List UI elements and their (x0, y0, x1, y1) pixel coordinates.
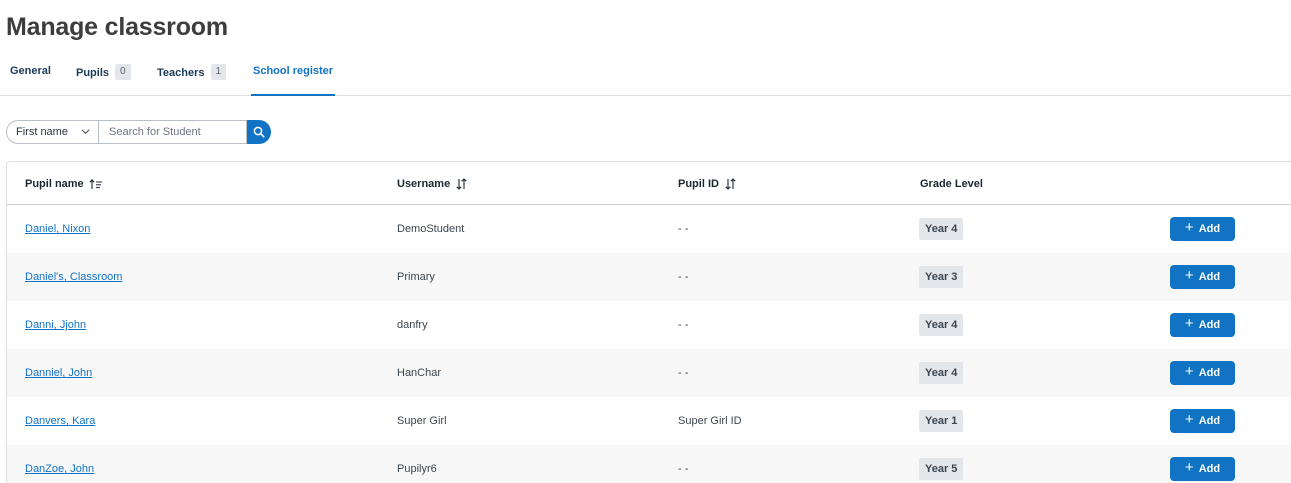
add-button-label: Add (1198, 271, 1221, 283)
pupil-id-cell: - - (678, 223, 689, 235)
table-body: Daniel, Nixon DemoStudent - - Year 4 + A… (7, 205, 1291, 483)
search-icon (253, 126, 265, 138)
tab-label: School register (253, 65, 334, 77)
username-cell: danfry (397, 319, 428, 331)
select-value: First name (16, 126, 68, 138)
tab-bar: General Pupils 0 Teachers 1 School regis… (0, 58, 1291, 96)
tab-label: General (10, 65, 51, 77)
pupil-name-link[interactable]: Daniel, Nixon (25, 223, 90, 235)
table-row: Danvers, Kara Super Girl Super Girl ID Y… (7, 397, 1291, 445)
column-label: Pupil ID (678, 178, 719, 190)
tab-school-register[interactable]: School register (251, 58, 336, 96)
plus-icon: + (1184, 219, 1194, 236)
grade-badge: Year 4 (919, 218, 964, 240)
add-button[interactable]: + Add (1170, 313, 1235, 337)
count-badge: 1 (210, 64, 227, 80)
add-button[interactable]: + Add (1170, 265, 1235, 289)
grade-badge: Year 4 (919, 362, 964, 384)
username-cell: Primary (397, 271, 435, 283)
pupil-name-link[interactable]: Danniel, John (25, 367, 92, 379)
search-button[interactable] (247, 120, 271, 144)
add-button-label: Add (1198, 367, 1221, 379)
grade-badge: Year 1 (919, 410, 964, 432)
add-button[interactable]: + Add (1170, 361, 1235, 385)
column-label: Pupil name (25, 178, 84, 190)
column-header-grade-level: Grade Level (920, 178, 983, 190)
plus-icon: + (1184, 267, 1194, 284)
add-button-label: Add (1198, 415, 1221, 427)
add-button[interactable]: + Add (1170, 217, 1235, 241)
tab-label: Teachers (157, 67, 205, 79)
pupil-name-link[interactable]: DanZoe, John (25, 463, 94, 475)
pupil-name-link[interactable]: Danni, Jjohn (25, 319, 86, 331)
grade-badge: Year 3 (919, 266, 964, 288)
sort-icon (456, 178, 467, 190)
plus-icon: + (1184, 459, 1194, 476)
table-row: Daniel, Nixon DemoStudent - - Year 4 + A… (7, 205, 1291, 253)
pupil-id-cell: - - (678, 271, 689, 283)
add-button[interactable]: + Add (1170, 409, 1235, 433)
table-row: Daniel's, Classroom Primary - - Year 3 +… (7, 253, 1291, 301)
chevron-down-icon (81, 129, 90, 135)
school-register-table: Pupil name Username Pupil ID Grade Level… (6, 161, 1291, 483)
sort-ascending-icon (89, 178, 102, 189)
tab-teachers[interactable]: Teachers 1 (157, 58, 227, 96)
add-button-label: Add (1198, 319, 1221, 331)
tab-general[interactable]: General (10, 58, 51, 96)
pupil-name-link[interactable]: Daniel's, Classroom (25, 271, 122, 283)
column-header-pupil-id[interactable]: Pupil ID (678, 178, 738, 190)
page-title: Manage classroom (6, 13, 228, 41)
pupil-id-cell: - - (678, 463, 689, 475)
student-search-bar: First name (6, 120, 271, 144)
pupil-name-link[interactable]: Danvers, Kara (25, 415, 95, 427)
column-label: Username (397, 178, 451, 190)
pupil-id-cell: - - (678, 367, 689, 379)
plus-icon: + (1184, 411, 1194, 428)
username-cell: Super Girl (397, 415, 447, 427)
username-cell: HanChar (397, 367, 442, 379)
add-button-label: Add (1198, 223, 1221, 235)
plus-icon: + (1184, 363, 1194, 380)
search-field-select[interactable]: First name (6, 120, 98, 144)
username-cell: DemoStudent (397, 223, 465, 235)
plus-icon: + (1184, 315, 1194, 332)
table-header: Pupil name Username Pupil ID Grade Level (7, 162, 1291, 205)
sort-icon (725, 178, 736, 190)
column-header-pupil-name[interactable]: Pupil name (25, 178, 103, 190)
tab-pupils[interactable]: Pupils 0 (76, 58, 131, 96)
add-button[interactable]: + Add (1170, 457, 1235, 481)
column-header-username[interactable]: Username (397, 178, 469, 190)
count-badge: 0 (115, 64, 131, 80)
grade-badge: Year 5 (919, 458, 964, 480)
tab-label: Pupils (76, 67, 110, 79)
column-label: Grade Level (920, 178, 983, 190)
add-button-label: Add (1198, 463, 1221, 475)
table-row: DanZoe, John Pupilyr6 - - Year 5 + Add (7, 445, 1291, 483)
username-cell: Pupilyr6 (397, 463, 437, 475)
table-row: Danni, Jjohn danfry - - Year 4 + Add (7, 301, 1291, 349)
pupil-id-cell: Super Girl ID (678, 415, 742, 427)
table-row: Danniel, John HanChar - - Year 4 + Add (7, 349, 1291, 397)
grade-badge: Year 4 (919, 314, 964, 336)
search-input[interactable] (98, 120, 247, 144)
pupil-id-cell: - - (678, 319, 689, 331)
